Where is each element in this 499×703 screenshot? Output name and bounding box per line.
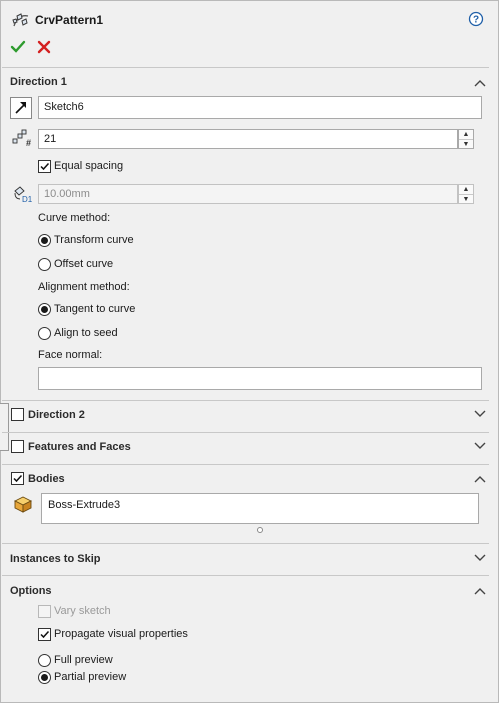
spacing-distance-input: 10.00mm (38, 184, 458, 204)
spinner-down-icon: ▼ (459, 194, 473, 204)
partial-preview-radio[interactable] (38, 671, 51, 684)
face-normal-label: Face normal: (38, 349, 103, 361)
resize-handle[interactable] (257, 527, 263, 533)
propagate-visual-properties-checkbox[interactable] (38, 628, 51, 641)
face-normal-selection-box[interactable] (38, 367, 482, 390)
propagate-visual-properties-label: Propagate visual properties (54, 628, 188, 640)
direction2-title[interactable]: Direction 2 (28, 409, 85, 421)
full-preview-label: Full preview (54, 654, 113, 666)
align-to-seed-label: Align to seed (54, 327, 118, 339)
tangent-to-curve-label: Tangent to curve (54, 303, 136, 315)
direction-arrow-icon[interactable] (10, 97, 32, 119)
features-faces-title[interactable]: Features and Faces (28, 441, 131, 453)
transform-curve-label: Transform curve (54, 234, 134, 246)
bodies-title[interactable]: Bodies (28, 473, 65, 485)
equal-spacing-label: Equal spacing (54, 160, 124, 172)
svg-text:#: # (26, 138, 31, 147)
spinner-up-icon: ▲ (462, 186, 470, 193)
instances-to-skip-title[interactable]: Instances to Skip (10, 553, 100, 565)
bodies-selection-list[interactable]: Boss-Extrude3 (41, 493, 479, 524)
features-faces-checkbox[interactable] (11, 440, 24, 453)
chevron-up-icon[interactable] (474, 79, 486, 87)
property-manager-panel: CrvPattern1 ? Direction 1 Sketch6 # 21 ▲… (0, 0, 499, 703)
separator (2, 575, 489, 576)
curve-method-label: Curve method: (38, 212, 111, 224)
separator (2, 543, 489, 544)
separator (2, 400, 489, 401)
chevron-up-icon[interactable] (474, 475, 486, 483)
alignment-method-label: Alignment method: (38, 281, 130, 293)
help-circle-icon[interactable]: ? (468, 11, 484, 30)
collapse-handle[interactable] (0, 403, 9, 451)
solid-body-icon (13, 495, 33, 516)
direction1-title[interactable]: Direction 1 (10, 76, 67, 88)
pattern-direction-field[interactable]: Sketch6 (38, 96, 482, 119)
instances-count-input[interactable]: 21 (38, 129, 458, 149)
red-x-icon[interactable] (36, 39, 52, 58)
options-title[interactable]: Options (10, 585, 52, 597)
partial-preview-label: Partial preview (54, 671, 127, 683)
offset-curve-label: Offset curve (54, 258, 114, 270)
vary-sketch-label: Vary sketch (54, 605, 111, 617)
vary-sketch-checkbox (38, 605, 51, 618)
chevron-down-icon[interactable] (474, 554, 486, 562)
tangent-to-curve-radio[interactable] (38, 303, 51, 316)
spinner-down-icon[interactable]: ▼ (459, 139, 473, 149)
number-of-instances-icon: # (12, 129, 32, 150)
feature-title: CrvPattern1 (35, 13, 104, 27)
separator (2, 464, 489, 465)
chevron-down-icon[interactable] (474, 410, 486, 418)
separator (2, 432, 489, 433)
chevron-down-icon[interactable] (474, 442, 486, 450)
spacing-spinner: ▲ ▼ (458, 184, 474, 204)
full-preview-radio[interactable] (38, 654, 51, 667)
offset-curve-radio[interactable] (38, 258, 51, 271)
instances-spinner[interactable]: ▲ ▼ (458, 129, 474, 149)
equal-spacing-checkbox[interactable] (38, 160, 51, 173)
list-item[interactable]: Boss-Extrude3 (48, 499, 120, 511)
bodies-checkbox[interactable] (11, 472, 24, 485)
transform-curve-radio[interactable] (38, 234, 51, 247)
curve-pattern-icon (11, 10, 31, 33)
spinner-up-icon[interactable]: ▲ (459, 130, 473, 139)
separator (2, 67, 489, 68)
spacing-distance-icon: D1 (12, 185, 34, 206)
green-check-icon[interactable] (10, 39, 26, 58)
align-to-seed-radio[interactable] (38, 327, 51, 340)
svg-text:D1: D1 (22, 195, 33, 203)
chevron-up-icon[interactable] (474, 587, 486, 595)
svg-text:?: ? (473, 15, 479, 26)
direction2-checkbox[interactable] (11, 408, 24, 421)
